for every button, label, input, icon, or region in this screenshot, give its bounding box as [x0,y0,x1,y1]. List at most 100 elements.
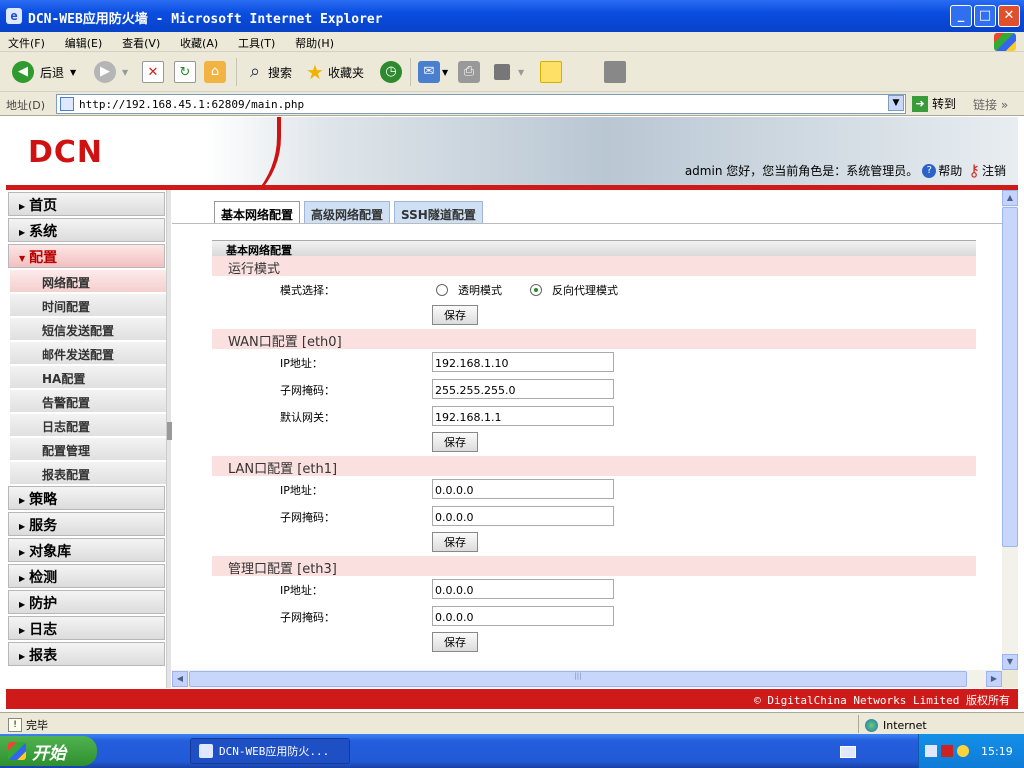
menu-tools[interactable]: 工具(T) [230,32,283,51]
mgmt-mask-row: 子网掩码： [212,603,976,630]
sidebar-subitem-alarm[interactable]: 告警配置 [10,390,166,412]
sidebar-subitem-mail[interactable]: 邮件发送配置 [10,342,166,364]
sidebar-item-label: 报表 [29,648,58,664]
address-dropdown-icon[interactable]: ▼ [888,95,904,111]
sidebar-subitem-sms[interactable]: 短信发送配置 [10,318,166,340]
lan-ip-input[interactable] [432,479,614,499]
horizontal-scrollbar[interactable]: ◀ ||| ▶ [172,670,1002,688]
menu-edit[interactable]: 编辑(E) [57,32,111,51]
chevron-down-icon[interactable]: ▼ [442,68,448,77]
go-arrow-icon: ➜ [912,95,928,112]
edit-button[interactable]: ▼ [494,60,524,84]
forward-button[interactable]: ▶ ▼ [94,60,128,84]
scroll-right-icon[interactable]: ▶ [986,671,1002,687]
help-link[interactable]: 帮助 [938,162,962,179]
sidebar-item-reports[interactable]: ▶ 报表 [8,642,165,666]
logout-link[interactable]: 注销 [982,162,1006,179]
sidebar-subitem-config-manage[interactable]: 配置管理 [10,438,166,460]
scroll-up-icon[interactable]: ▲ [1002,190,1018,206]
stop-icon: ✕ [142,61,164,83]
wan-gateway-input[interactable] [432,406,614,426]
sidebar-subitem-log[interactable]: 日志配置 [10,414,166,436]
menu-file[interactable]: 文件(F) [0,32,53,51]
vertical-scrollbar[interactable]: ▲ ▼ [1002,190,1018,670]
favorites-label: 收藏夹 [328,65,365,80]
sidebar-item-policy[interactable]: ▶ 策略 [8,486,165,510]
lan-mask-input[interactable] [432,506,614,526]
sidebar-item-protect[interactable]: ▶ 防护 [8,590,165,614]
tab-bar: 基本网络配置 高级网络配置 SSH隧道配置 [214,201,487,223]
key-icon[interactable]: ⚷ [968,161,980,180]
wan-mask-row: 子网掩码： [212,376,976,403]
chevron-down-icon[interactable]: ▼ [70,68,76,77]
sidebar-item-service[interactable]: ▶ 服务 [8,512,165,536]
chevron-right-icon: ▶ [19,201,26,211]
sidebar-item-system[interactable]: ▶ 系统 [8,218,165,242]
network-icon[interactable] [925,745,937,757]
stop-button[interactable]: ✕ [142,60,164,84]
scroll-left-icon[interactable]: ◀ [172,671,188,687]
start-button[interactable]: 开始 [0,736,97,766]
window-title-bar[interactable]: e DCN-WEB应用防火墙 - Microsoft Internet Expl… [0,0,1024,32]
radio-reverse-proxy[interactable]: 反向代理模式 [530,282,618,298]
mgmt-ip-input[interactable] [432,579,614,599]
tab-ssh-tunnel[interactable]: SSH隧道配置 [394,201,483,223]
panel-title: 基本网络配置 [212,240,976,257]
scroll-down-icon[interactable]: ▼ [1002,654,1018,670]
refresh-button[interactable]: ↻ [174,60,196,84]
back-button[interactable]: ◀ 后退 ▼ [12,60,76,84]
run-mode-save-button[interactable]: 保存 [432,305,478,325]
go-button[interactable]: ➜ 转到 [912,95,956,112]
chevron-down-icon[interactable]: ▼ [122,68,128,77]
radio-circle-icon[interactable] [436,284,448,296]
security-icon[interactable] [941,745,953,757]
wan-save-button[interactable]: 保存 [432,432,478,452]
vertical-scroll-thumb[interactable] [1002,207,1018,547]
maximize-button[interactable]: □ [974,5,996,27]
sidebar-item-config[interactable]: ▼ 配置 [8,244,165,268]
sidebar-subitem-time[interactable]: 时间配置 [10,294,166,316]
keyboard-icon[interactable] [840,746,856,758]
wan-ip-input[interactable] [432,352,614,372]
sidebar-item-objects[interactable]: ▶ 对象库 [8,538,165,562]
address-input[interactable]: http://192.168.45.1:62809/main.php [56,94,906,114]
lan-save-button[interactable]: 保存 [432,532,478,552]
sidebar-item-detect[interactable]: ▶ 检测 [8,564,165,588]
search-button[interactable]: ⌕ 搜索 [244,60,292,84]
mgmt-mask-input[interactable] [432,606,614,626]
help-icon[interactable]: ? [922,163,937,178]
taskbar-item-ie[interactable]: DCN-WEB应用防火... [190,738,350,764]
discuss-button[interactable] [540,60,562,84]
sidebar-subitem-report[interactable]: 报表配置 [10,462,166,484]
radio-transparent[interactable]: 透明模式 [436,282,502,298]
volume-icon[interactable] [957,745,969,757]
home-button[interactable]: ⌂ [204,60,226,84]
tab-basic-network[interactable]: 基本网络配置 [214,201,301,223]
links-button[interactable]: 链接 » [973,96,1008,113]
frame-splitter[interactable] [166,190,172,688]
window-title: DCN-WEB应用防火墙 - Microsoft Internet Explor… [28,12,383,27]
menu-help[interactable]: 帮助(H) [287,32,342,51]
sidebar-item-logs[interactable]: ▶ 日志 [8,616,165,640]
print-button[interactable]: ⎙ [458,60,480,84]
menu-favorites[interactable]: 收藏(A) [172,32,226,51]
config-panel: 基本网络配置 运行模式 模式选择： 透明模式 反向代理模式 保存 WAN口配置 … [212,240,976,670]
sidebar-subitem-network[interactable]: 网络配置 [10,270,166,292]
history-button[interactable]: ◷ [380,60,402,84]
mgmt-save-button[interactable]: 保存 [432,632,478,652]
horizontal-scroll-thumb[interactable]: ||| [189,671,967,687]
tab-advanced-network[interactable]: 高级网络配置 [304,201,391,223]
favorites-button[interactable]: ★ 收藏夹 [304,60,364,84]
mail-button[interactable]: ✉ ▼ [418,60,448,84]
lan-mask-row: 子网掩码： [212,503,976,530]
sidebar-item-home[interactable]: ▶ 首页 [8,192,165,216]
menu-view[interactable]: 查看(V) [114,32,168,51]
minimize-button[interactable]: _ [950,5,972,27]
sidebar-subitem-ha[interactable]: HA配置 [10,366,166,388]
tab-divider [172,223,1002,224]
messenger-button[interactable] [604,60,626,84]
close-button[interactable]: ✕ [998,5,1020,27]
radio-circle-checked-icon[interactable] [530,284,542,296]
chevron-down-icon[interactable]: ▼ [518,68,524,77]
wan-mask-input[interactable] [432,379,614,399]
